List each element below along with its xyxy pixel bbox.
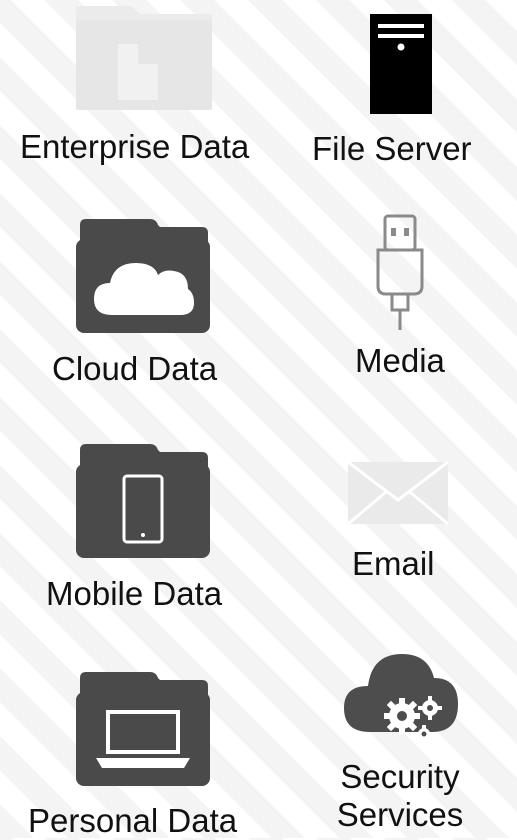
enterprise-folder-icon xyxy=(76,6,212,110)
envelope-icon xyxy=(347,460,449,526)
cloud-folder-icon xyxy=(76,219,210,333)
media-label: Media xyxy=(355,342,445,379)
security-label: Security xyxy=(340,758,460,795)
server-icon xyxy=(370,14,432,114)
cloud-data-item[interactable] xyxy=(76,215,210,333)
usb-icon xyxy=(376,214,424,330)
email-label: Email xyxy=(352,545,435,582)
services-label: Services xyxy=(336,796,464,833)
personal-data-item[interactable] xyxy=(76,668,210,786)
laptop-folder-icon xyxy=(76,672,210,786)
enterprise-data-item[interactable] xyxy=(72,4,217,112)
enterprise-data-label: Enterprise Data xyxy=(20,128,250,165)
email-item[interactable] xyxy=(347,460,449,526)
cloud-gears-icon xyxy=(344,654,458,743)
security-services-item[interactable] xyxy=(340,646,460,748)
file-server-label: File Server xyxy=(312,130,472,167)
file-server-item[interactable] xyxy=(370,14,432,114)
personal-data-label: Personal Data xyxy=(28,802,238,839)
media-item[interactable] xyxy=(370,214,430,332)
cloud-data-label: Cloud Data xyxy=(52,350,218,387)
mobile-folder-icon xyxy=(76,444,210,558)
mobile-data-item[interactable] xyxy=(76,440,210,558)
mobile-data-label: Mobile Data xyxy=(46,575,223,612)
